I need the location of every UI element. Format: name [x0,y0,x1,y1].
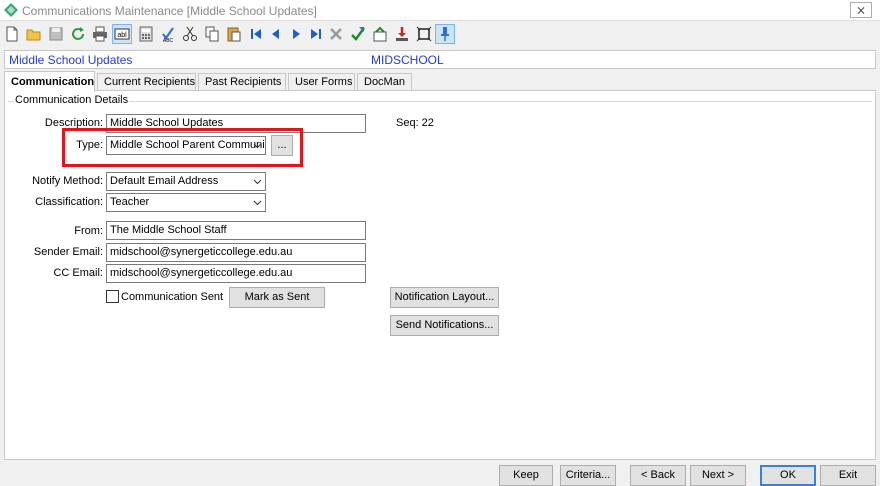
notify-method-value: Default Email Address [110,175,219,187]
type-select-value: Middle School Parent Communica [110,139,266,151]
communication-sent-label: Communication Sent [121,291,224,303]
cc-email-field[interactable]: midschool@synergeticcollege.edu.au [106,264,366,283]
download-icon[interactable] [392,24,412,44]
type-browse-button[interactable]: ... [271,135,293,156]
type-select[interactable]: Middle School Parent Communica [106,136,266,155]
notification-layout-button[interactable]: Notification Layout... [390,287,499,308]
cc-email-label: CC Email: [53,267,103,279]
print-icon[interactable] [90,24,110,44]
record-name: Middle School Updates [9,53,133,67]
cut-icon[interactable] [180,24,200,44]
window-close-button[interactable]: ⨯ [850,2,872,18]
record-code: MIDSCHOOL [371,53,444,67]
chevron-down-icon [253,179,262,185]
copy-icon[interactable] [202,24,222,44]
mark-as-sent-button[interactable]: Mark as Sent [229,287,325,308]
save-icon[interactable] [46,24,66,44]
from-label: From: [74,225,103,237]
spellcheck-icon[interactable]: ABC [158,24,178,44]
communication-sent-checkbox[interactable] [106,290,119,303]
delete-icon[interactable] [326,24,346,44]
title-bar: Communications Maintenance [Middle Schoo… [0,0,880,21]
first-record-icon[interactable] [246,24,266,44]
paste-icon[interactable] [224,24,244,44]
tab-communication[interactable]: Communication [4,71,95,92]
send-notifications-button[interactable]: Send Notifications... [390,315,499,336]
fit-icon[interactable] [414,24,434,44]
chevron-down-icon [253,200,262,206]
type-label: Type: [76,139,103,151]
svg-text:ABC: ABC [163,38,174,42]
description-field[interactable]: Middle School Updates [106,114,366,133]
group-title: Communication Details [14,94,130,106]
last-record-icon[interactable] [306,24,326,44]
tab-past-recipients[interactable]: Past Recipients [198,73,286,91]
back-button[interactable]: < Back [630,465,686,486]
toolbar: abl ABC [0,21,880,47]
abl-icon[interactable]: abl [112,24,132,44]
svg-text:abl: abl [117,32,127,39]
next-button[interactable]: Next > [690,465,746,486]
window-title: Communications Maintenance [Middle Schoo… [22,4,317,18]
tab-docman[interactable]: DocMan [357,73,412,91]
open-folder-icon[interactable] [24,24,44,44]
criteria-button[interactable]: Criteria... [560,465,616,486]
exit-button[interactable]: Exit [820,465,876,486]
sender-email-label: Sender Email: [33,246,103,258]
description-label: Description: [44,117,103,129]
notify-method-label: Notify Method: [32,175,103,187]
record-header: Middle School Updates MIDSCHOOL [4,50,876,69]
tick-icon[interactable] [348,24,368,44]
refresh-icon[interactable] [68,24,88,44]
app-icon [4,3,18,17]
classification-value: Teacher [110,196,150,208]
calculator-icon[interactable] [136,24,156,44]
ok-button[interactable]: OK [760,465,816,486]
sender-email-field[interactable]: midschool@synergeticcollege.edu.au [106,243,366,262]
chevron-down-icon [253,143,262,149]
classification-select[interactable]: Teacher [106,193,266,212]
keep-button[interactable]: Keep [499,465,553,486]
notify-method-select[interactable]: Default Email Address [106,172,266,191]
previous-record-icon[interactable] [266,24,286,44]
from-field[interactable]: The Middle School Staff [106,221,366,240]
seq-text: Seq: 22 [396,117,434,129]
pin-icon[interactable] [435,24,455,44]
classification-label: Classification: [35,196,103,208]
next-record-icon[interactable] [286,24,306,44]
new-icon[interactable] [2,24,22,44]
tab-current-recipients[interactable]: Current Recipients [97,73,196,91]
approve-icon[interactable] [370,24,390,44]
tab-user-forms[interactable]: User Forms [288,73,355,91]
